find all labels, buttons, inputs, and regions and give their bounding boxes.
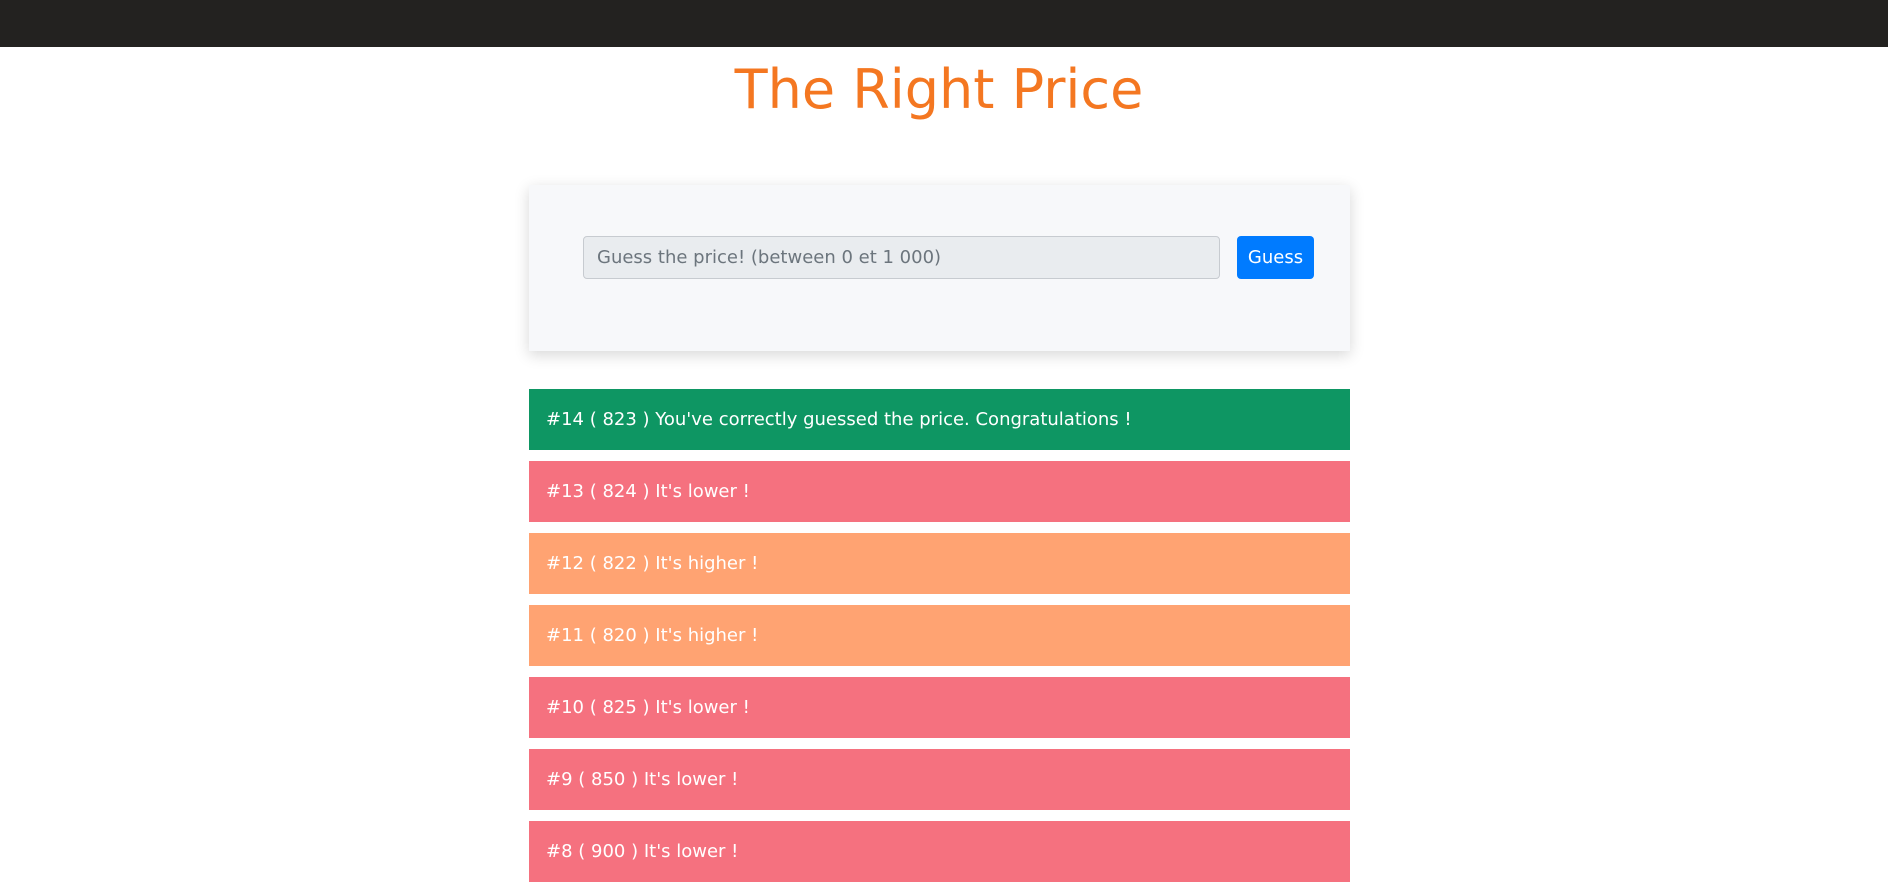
page-title: The Right Price bbox=[734, 58, 1144, 121]
price-guess-input[interactable] bbox=[583, 236, 1220, 279]
result-text: #8 ( 900 ) It's lower ! bbox=[546, 841, 739, 862]
guess-button[interactable]: Guess bbox=[1237, 236, 1314, 279]
result-text: #12 ( 822 ) It's higher ! bbox=[546, 553, 759, 574]
result-text: #11 ( 820 ) It's higher ! bbox=[546, 625, 759, 646]
result-text: #10 ( 825 ) It's lower ! bbox=[546, 697, 750, 718]
result-item-lower: #9 ( 850 ) It's lower ! bbox=[529, 749, 1350, 810]
result-text: #13 ( 824 ) It's lower ! bbox=[546, 481, 750, 502]
result-text: #9 ( 850 ) It's lower ! bbox=[546, 769, 739, 790]
result-item-lower: #13 ( 824 ) It's lower ! bbox=[529, 461, 1350, 522]
guess-history-list: #14 ( 823 ) You've correctly guessed the… bbox=[529, 389, 1350, 893]
result-item-correct: #14 ( 823 ) You've correctly guessed the… bbox=[529, 389, 1350, 450]
guess-form-panel: Guess bbox=[529, 185, 1350, 351]
result-item-higher: #11 ( 820 ) It's higher ! bbox=[529, 605, 1350, 666]
result-text: #14 ( 823 ) You've correctly guessed the… bbox=[546, 409, 1132, 430]
result-item-lower: #10 ( 825 ) It's lower ! bbox=[529, 677, 1350, 738]
top-navbar bbox=[0, 0, 1888, 47]
result-item-lower: #8 ( 900 ) It's lower ! bbox=[529, 821, 1350, 882]
result-item-higher: #12 ( 822 ) It's higher ! bbox=[529, 533, 1350, 594]
